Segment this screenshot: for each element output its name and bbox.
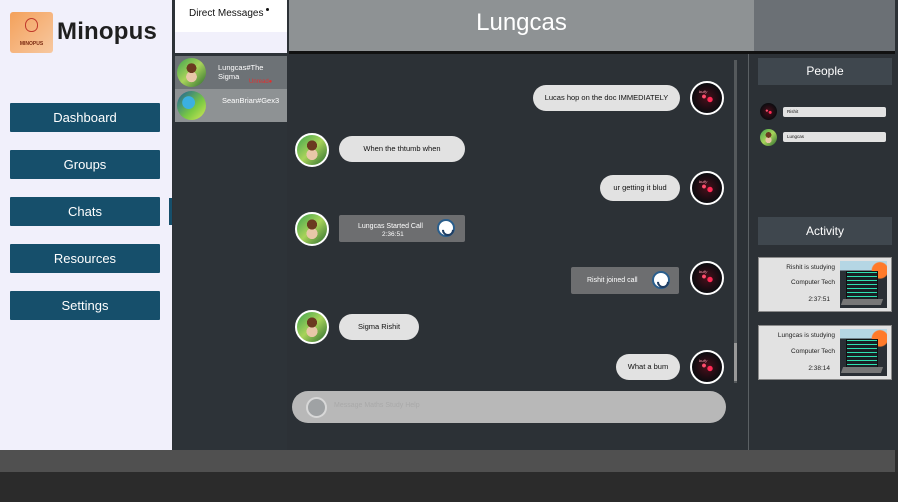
activity-header: Activity [758,217,892,245]
app-logo: MINOPUS [10,12,53,53]
dm-title: Direct Messages [189,8,264,19]
call-joined-text: Rishit joined call [587,277,638,284]
avatar [760,103,777,120]
avatar [295,310,329,344]
call-started-text: Lungcas Started Call [358,223,423,230]
message-scrollbar[interactable] [734,60,737,383]
logo-face-icon [25,18,38,32]
nav-chats-button[interactable]: Chats [10,197,160,226]
laptop-thumbnail [840,329,887,376]
message-bubble: What a bum [616,354,680,380]
active-nav-indicator [169,198,172,225]
person-name[interactable]: Lungcas [783,132,886,142]
brand-name: Minopus [57,18,158,45]
dm-header: Direct Messages [175,0,287,32]
message-input-placeholder: Message Maths Study Help [334,402,420,409]
message-bubble: ur getting it blud [600,175,680,201]
avatar [295,133,329,167]
laptop-thumbnail [840,261,887,308]
dm-conversation-name: SeanBrian#Gex3 [222,96,280,105]
chat-title: Lungcas [289,0,754,51]
nav-groups-button[interactable]: Groups [10,150,160,179]
activity-subject: Computer Tech [791,279,835,286]
dm-conversation-item[interactable]: SeanBrian#Gex3 [175,89,287,122]
chat-header-right [754,0,895,51]
bottom-bar [0,472,898,502]
avatar [760,129,777,146]
activity-text: Rishit is studying [786,264,835,271]
sidebar: MINOPUS Minopus Dashboard Groups Chats R… [0,0,172,450]
activity-subject: Computer Tech [791,348,835,355]
call-time: 2:36:51 [382,231,404,238]
nav-resources-button[interactable]: Resources [10,244,160,273]
activity-text: Lungcas is studying [777,332,835,339]
phone-icon[interactable] [437,219,455,237]
app-window: MINOPUS Minopus Dashboard Groups Chats R… [0,0,898,450]
taskbar [0,450,895,472]
logo-caption: MINOPUS [19,41,44,47]
message-scrollbar-thumb[interactable] [734,343,737,381]
activity-time: 2:37:51 [808,296,830,303]
avatar [177,91,206,120]
avatar: bully [690,350,724,384]
avatar: bully [690,261,724,295]
avatar: bully [690,171,724,205]
message-bubble: When the thtumb when [339,136,465,162]
unread-badge: Unread● [249,79,273,85]
dm-conversation-item[interactable]: Lungcas#The Sigma Unread● [175,56,287,89]
dm-header-spacer [175,32,287,53]
activity-card: Rishit is studying Computer Tech 2:37:51 [758,257,892,312]
dm-indicator-dot [266,8,269,11]
nav-dashboard-button[interactable]: Dashboard [10,103,160,132]
emoji-icon[interactable] [306,397,327,418]
avatar: bully [690,81,724,115]
phone-icon[interactable] [652,271,670,289]
call-joined-card: Rishit joined call [571,267,679,294]
message-input[interactable]: Message Maths Study Help [292,391,726,423]
people-header: People [758,58,892,85]
message-bubble: Sigma Rishit [339,314,419,340]
message-bubble: Lucas hop on the doc IMMEDIATELY [533,85,680,111]
person-name[interactable]: Rishit [783,107,886,117]
activity-card: Lungcas is studying Computer Tech 2:38:1… [758,325,892,380]
nav-settings-button[interactable]: Settings [10,291,160,320]
activity-time: 2:38:14 [808,365,830,372]
avatar [177,58,206,87]
avatar [295,212,329,246]
direct-messages-panel: Direct Messages Lungcas#The Sigma Unread… [173,0,287,450]
call-started-card: Lungcas Started Call 2:36:51 [339,215,465,242]
